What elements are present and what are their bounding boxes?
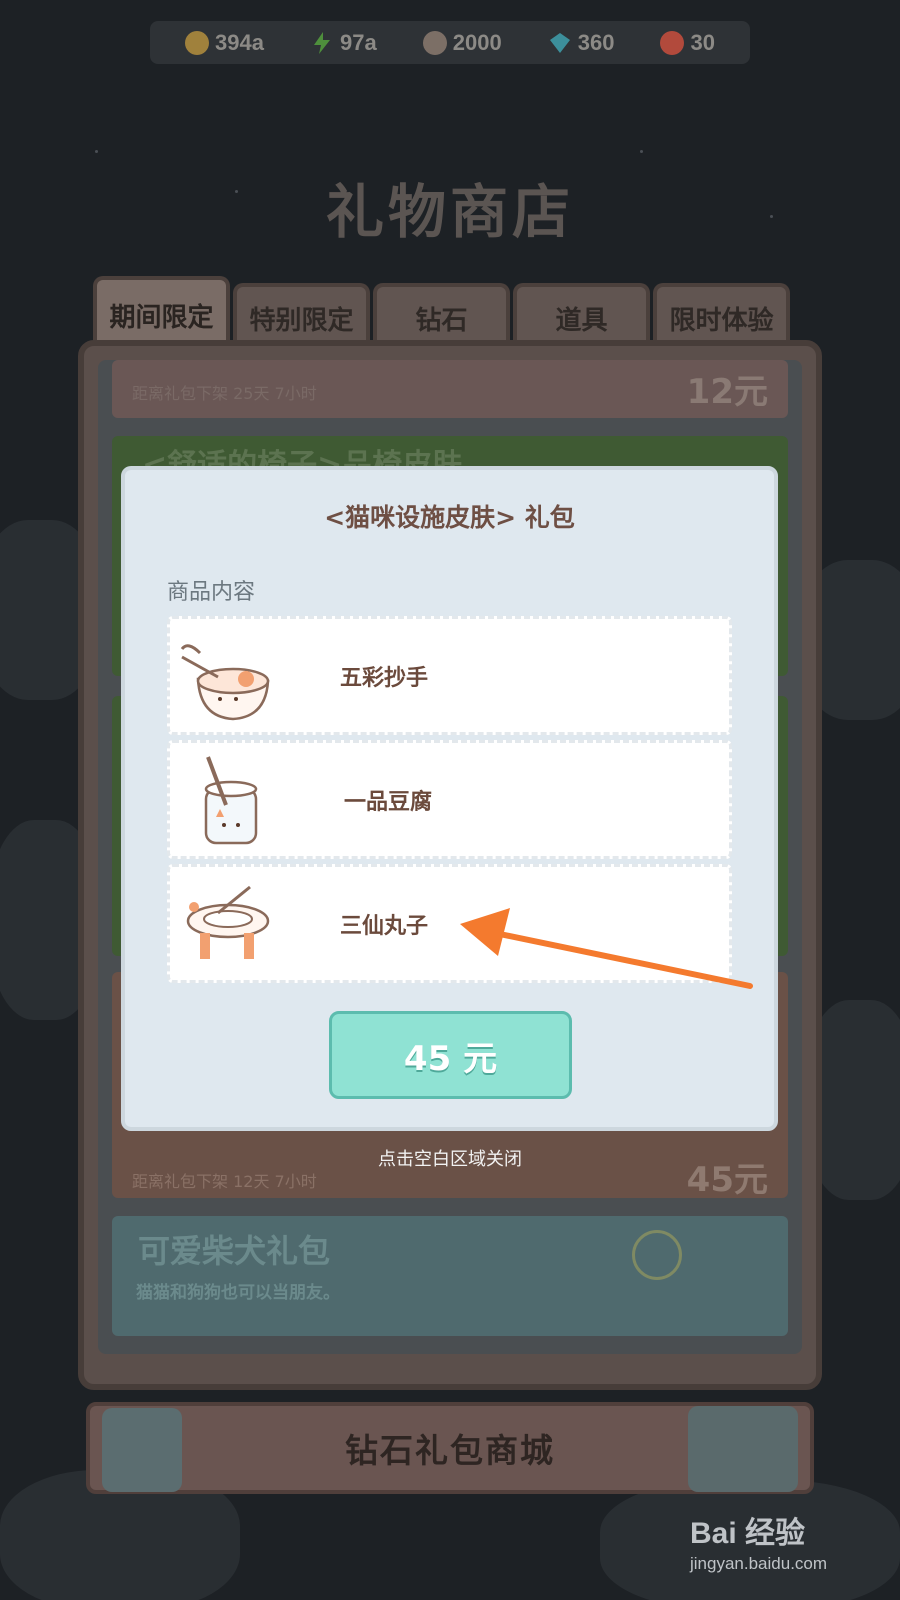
tab-period-limited[interactable]: 期间限定 <box>93 276 230 350</box>
item-card: 一品豆腐 <box>167 740 732 859</box>
baidu-logo: Bai 经验 <box>690 1517 806 1550</box>
close-hint[interactable]: 点击空白区域关闭 <box>0 1145 900 1171</box>
gift-pack-dialog: <猫咪设施皮肤> 礼包 商品内容 五彩抄手 一品豆腐 三仙丸子 45 元 <box>121 466 778 1131</box>
gold-value: 394a <box>215 29 264 55</box>
resource-gold[interactable]: 394a <box>185 30 264 56</box>
can-value: 2000 <box>452 29 502 55</box>
cup-cat-icon <box>178 753 278 849</box>
diamond-store-label: 钻石礼包商城 <box>345 1431 555 1470</box>
annotation-arrow-icon <box>460 908 753 989</box>
resource-diamond[interactable]: 360 <box>548 29 615 56</box>
card-desc: 猫猫和狗狗也可以当朋友。 <box>136 1283 340 1303</box>
treasure-chest-icon <box>102 1408 182 1492</box>
can-icon <box>422 30 447 55</box>
gift-card[interactable]: 可爱柴犬礼包 猫猫和狗狗也可以当朋友。 <box>112 1216 788 1336</box>
resource-ticket[interactable]: 30 <box>660 29 715 56</box>
diamond-icon <box>548 31 572 55</box>
ticket-icon <box>660 30 685 55</box>
bowl-cat-icon <box>178 629 278 725</box>
item-name: 五彩抄手 <box>340 665 429 691</box>
buy-button[interactable]: 45 元 <box>329 1011 572 1099</box>
gift-card[interactable]: 距离礼包下架 25天 7小时 12元 <box>112 360 788 418</box>
contents-label: 商品内容 <box>167 580 256 605</box>
resource-bar: 394a 97a 2000 360 30 <box>150 21 750 64</box>
page-title: 礼物商店 <box>325 178 574 246</box>
star-decoration <box>640 150 643 153</box>
diamond-store-button[interactable]: 钻石礼包商城 <box>86 1402 814 1494</box>
lightning-icon <box>310 31 334 55</box>
energy-value: 97a <box>340 29 377 55</box>
gold-coin-icon <box>185 30 210 55</box>
watermark-url: jingyan.baidu.com <box>690 1554 828 1573</box>
sun-icon <box>632 1230 682 1280</box>
resource-energy[interactable]: 97a <box>310 30 377 56</box>
item-name: 一品豆腐 <box>344 789 433 815</box>
card-price: 12元 <box>686 372 768 412</box>
dialog-title: <猫咪设施皮肤> 礼包 <box>324 503 575 532</box>
card-title: 可爱柴犬礼包 <box>138 1232 331 1270</box>
diamond-basket-icon <box>688 1406 798 1492</box>
item-card: 五彩抄手 <box>167 616 732 735</box>
ticket-value: 30 <box>690 29 715 55</box>
plate-stand-icon <box>178 877 278 973</box>
card-timer: 距离礼包下架 12天 7小时 <box>132 1172 317 1191</box>
diamond-value: 360 <box>577 29 615 55</box>
card-timer: 距离礼包下架 25天 7小时 <box>132 384 317 403</box>
resource-can[interactable]: 2000 <box>422 29 502 56</box>
star-decoration <box>95 150 98 153</box>
item-name: 三仙丸子 <box>340 913 429 939</box>
